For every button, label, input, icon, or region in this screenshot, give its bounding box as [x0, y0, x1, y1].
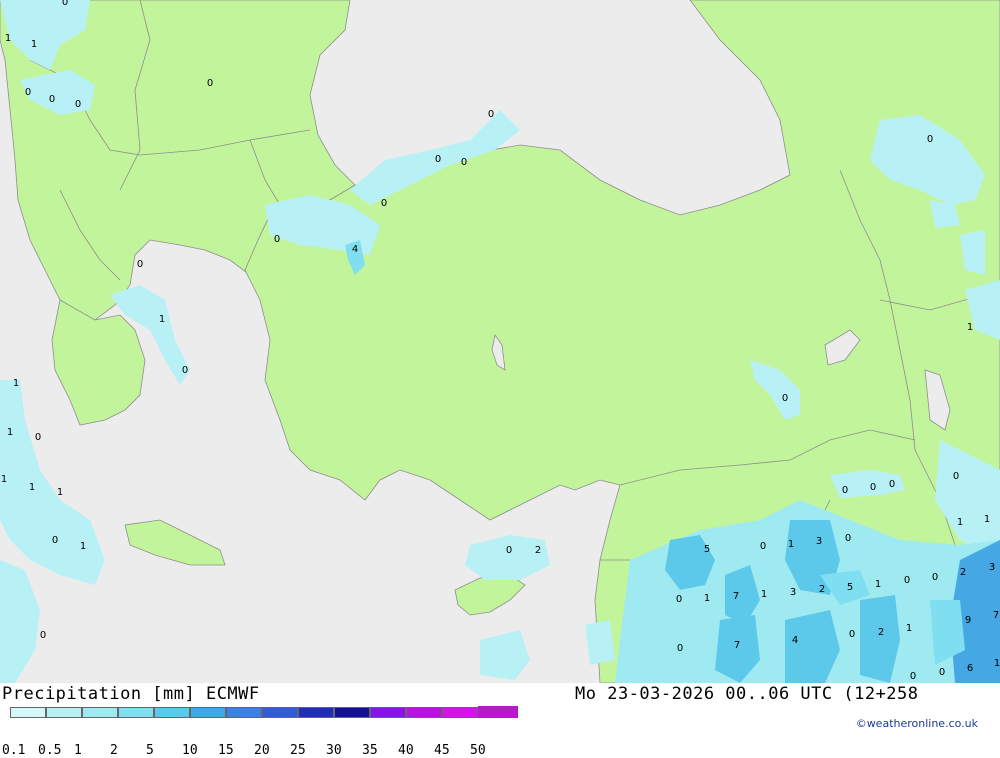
precip-amount-label: 3 [816, 536, 822, 547]
legend-swatch [442, 707, 478, 718]
precip-amount-label: 1 [994, 658, 1000, 669]
chart-title: Precipitation [mm] ECMWF [2, 684, 260, 704]
legend-tick-label: 50 [470, 743, 486, 758]
legend-swatch [334, 707, 370, 718]
precip-amount-label: 0 [842, 485, 848, 496]
precip-amount-label: 1 [5, 33, 11, 44]
legend-swatch [226, 707, 262, 718]
precip-amount-label: 0 [75, 99, 81, 110]
precip-amount-label: 0 [953, 471, 959, 482]
precip-amount-label: 5 [704, 544, 710, 555]
precip-amount-label: 3 [989, 562, 995, 573]
precip-amount-label: 2 [878, 627, 884, 638]
precip-amount-label: 7 [733, 591, 739, 602]
legend-swatch [262, 707, 298, 718]
legend-tick-label: 25 [290, 743, 306, 758]
legend-tick-label: 2 [110, 743, 118, 758]
legend-tick-label: 40 [398, 743, 414, 758]
precip-amount-label: 0 [506, 545, 512, 556]
legend-swatch [10, 707, 46, 718]
legend-swatch [82, 707, 118, 718]
precip-amount-label: 1 [29, 482, 35, 493]
legend-tick-label: 45 [434, 743, 450, 758]
legend-tick-label: 35 [362, 743, 378, 758]
precip-amount-label: 1 [906, 623, 912, 634]
legend-swatch [370, 707, 406, 718]
precip-amount-label: 7 [734, 640, 740, 651]
precipitation-map: 0 1 1 0 0 0 0 0 0 0 0 0 4 0 1 0 1 1 0 1 1 1 0 1 0 0 2 0 1 0 0 0 0 0 1 1 5 0 1 3… [0, 0, 1000, 683]
precip-amount-label: 0 [845, 533, 851, 544]
precip-amount-label: 3 [790, 587, 796, 598]
legend-tick-label: 0.1 [2, 743, 26, 758]
precip-amount-label: 1 [761, 589, 767, 600]
precip-amount-label: 0 [207, 78, 213, 89]
precip-amount-label: 1 [875, 579, 881, 590]
precip-amount-label: 0 [782, 393, 788, 404]
precip-amount-label: 1 [159, 314, 165, 325]
precip-amount-label: 0 [932, 572, 938, 583]
precip-amount-label: 1 [31, 39, 37, 50]
precip-amount-label: 0 [274, 234, 280, 245]
precip-amount-label: 0 [435, 154, 441, 165]
precip-amount-label: 0 [870, 482, 876, 493]
precip-amount-label: 1 [7, 427, 13, 438]
credit-text: ©weatheronline.co.uk [855, 717, 978, 730]
precip-amount-label: 0 [35, 432, 41, 443]
legend-swatch [154, 707, 190, 718]
precip-amount-label: 0 [939, 667, 945, 678]
forecast-datetime: Mo 23-03-2026 00..06 UTC (12+258 [575, 684, 919, 704]
precip-amount-label: 1 [704, 593, 710, 604]
precip-amount-label: 1 [984, 514, 990, 525]
legend-swatch [118, 707, 154, 718]
precip-amount-label: 0 [40, 630, 46, 641]
precip-amount-label: 1 [80, 541, 86, 552]
precip-amount-label: 0 [849, 629, 855, 640]
precip-amount-label: 0 [461, 157, 467, 168]
legend-tick-label: 15 [218, 743, 234, 758]
precip-amount-label: 5 [847, 582, 853, 593]
legend-swatch [190, 707, 226, 718]
precip-amount-label: 6 [967, 663, 973, 674]
precip-amount-label: 0 [910, 671, 916, 682]
precip-amount-label: 0 [182, 365, 188, 376]
precip-amount-label: 0 [137, 259, 143, 270]
legend-tick-label: 20 [254, 743, 270, 758]
legend-swatch [46, 707, 82, 718]
precip-amount-label: 7 [993, 610, 999, 621]
legend-swatch [298, 707, 334, 718]
precip-amount-label: 0 [760, 541, 766, 552]
precip-amount-label: 1 [957, 517, 963, 528]
precip-amount-label: 0 [49, 94, 55, 105]
legend-tick-label: 30 [326, 743, 342, 758]
precip-amount-label: 0 [488, 109, 494, 120]
precip-amount-label: 2 [819, 584, 825, 595]
precip-amount-label: 2 [960, 567, 966, 578]
precip-amount-label: 0 [677, 643, 683, 654]
legend-tick-label: 1 [74, 743, 82, 758]
precip-amount-label: 0 [25, 87, 31, 98]
precip-amount-label: 1 [788, 539, 794, 550]
legend-swatch [478, 706, 518, 718]
precip-amount-label: 0 [381, 198, 387, 209]
precip-amount-label: 0 [62, 0, 68, 8]
precip-amount-label: 1 [967, 322, 973, 333]
precip-amount-label: 4 [792, 635, 798, 646]
precip-amount-label: 0 [52, 535, 58, 546]
precip-amount-label: 1 [57, 487, 63, 498]
precip-amount-label: 4 [352, 244, 358, 255]
map-footer: Precipitation [mm] ECMWF Mo 23-03-2026 0… [0, 683, 1000, 758]
precip-amount-label: 1 [1, 474, 7, 485]
legend-swatch [406, 707, 442, 718]
legend-tick-label: 5 [146, 743, 154, 758]
precip-amount-label: 9 [965, 615, 971, 626]
precip-amount-label: 0 [904, 575, 910, 586]
legend-tick-label: 10 [182, 743, 198, 758]
precip-amount-label: 0 [676, 594, 682, 605]
precip-amount-label: 2 [535, 545, 541, 556]
precip-amount-label: 0 [927, 134, 933, 145]
legend-tick-label: 0.5 [38, 743, 62, 758]
precip-amount-label: 0 [889, 479, 895, 490]
precip-amount-label: 1 [13, 378, 19, 389]
